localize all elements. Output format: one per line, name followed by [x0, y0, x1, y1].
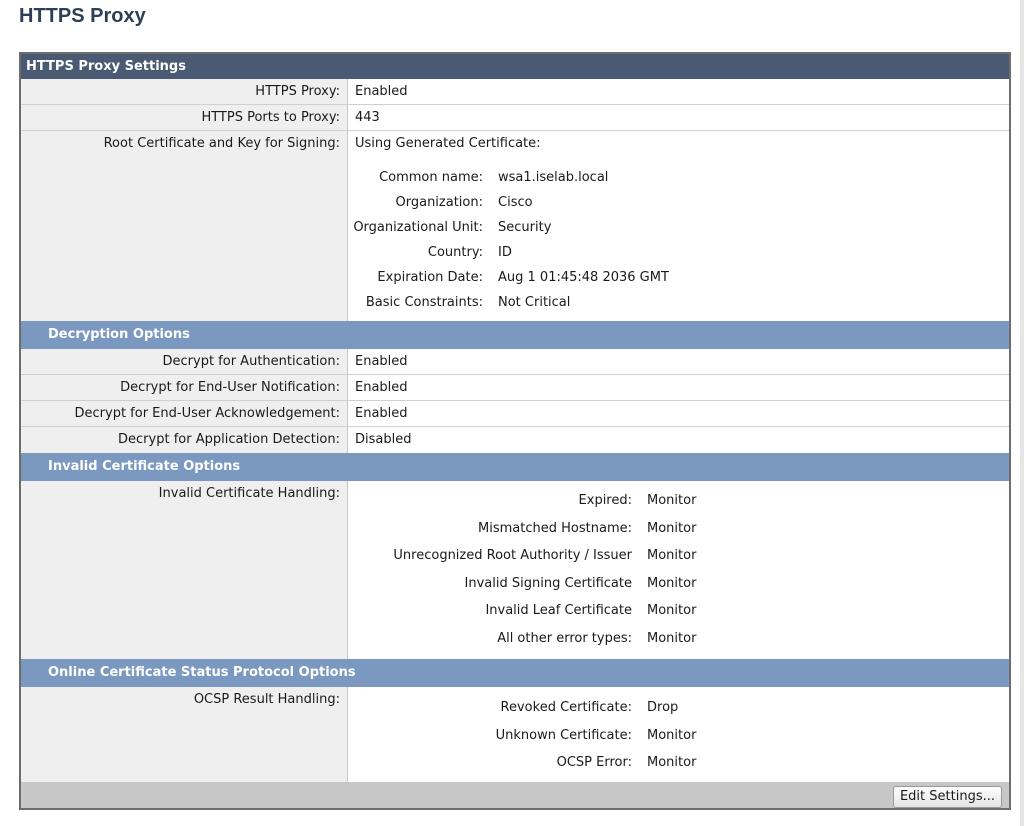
invalid-cert-value: Monitor — [647, 603, 697, 618]
cert-detail: Country: — [355, 245, 483, 261]
row-label: Root Certificate and Key for Signing: — [103, 136, 340, 151]
cert-detail-key: Organizational Unit: — [353, 220, 483, 235]
cert-detail: Expiration Date: — [355, 270, 483, 286]
row-invalid-certificate-handling: Invalid Certificate Handling: Expired: M… — [21, 481, 1009, 659]
cert-detail-value: Security — [498, 220, 552, 235]
invalid-cert-key: Invalid Signing Certificate — [464, 576, 632, 591]
cert-detail-value: Cisco — [498, 195, 533, 210]
cert-detail-key: Expiration Date: — [377, 270, 483, 285]
invalid-cert-value: Monitor — [647, 631, 697, 646]
panel-header: HTTPS Proxy Settings — [21, 54, 1009, 79]
row-label: Decrypt for End-User Notification: — [120, 380, 340, 395]
invalid-cert-key: All other error types: — [497, 631, 632, 646]
cert-detail-value: Aug 1 01:45:48 2036 GMT — [498, 270, 669, 285]
ocsp-value: Monitor — [647, 728, 697, 743]
ocsp-key: OCSP Error: — [556, 755, 632, 770]
invalid-cert-value: Monitor — [647, 493, 697, 508]
row-value: Enabled — [355, 380, 408, 395]
cert-detail-key: Organization: — [395, 195, 484, 210]
row-label: Invalid Certificate Handling: — [158, 486, 340, 501]
ocsp-key: Revoked Certificate: — [500, 700, 632, 715]
ocsp-value: Monitor — [647, 755, 697, 770]
cert-detail-key: Country: — [427, 245, 483, 260]
row-value: Disabled — [355, 432, 412, 447]
row-label: HTTPS Ports to Proxy: — [201, 110, 340, 125]
row-label: Decrypt for Authentication: — [162, 354, 341, 369]
row-decrypt-notification: Decrypt for End-User Notification: Enabl… — [21, 375, 1009, 401]
invalid-cert-value: Monitor — [647, 548, 697, 563]
row-value: Enabled — [355, 84, 408, 99]
cert-detail: Organizational Unit: — [353, 220, 483, 236]
page-title: HTTPS Proxy — [19, 5, 146, 27]
ocsp-key: Unknown Certificate: — [495, 728, 632, 743]
section-ocsp-options: Online Certificate Status Protocol Optio… — [21, 659, 1009, 687]
row-label: HTTPS Proxy: — [255, 84, 340, 99]
invalid-cert-value: Monitor — [647, 521, 697, 536]
row-label: Decrypt for End-User Acknowledgement: — [74, 406, 341, 421]
row-decrypt-authentication: Decrypt for Authentication: Enabled — [21, 349, 1009, 375]
row-label: OCSP Result Handling: — [193, 692, 340, 707]
cert-detail-value: wsa1.iselab.local — [498, 170, 609, 185]
invalid-cert-key: Mismatched Hostname: — [478, 521, 632, 536]
invalid-cert-key: Unrecognized Root Authority / Issuer — [393, 548, 632, 563]
row-value: Enabled — [355, 354, 408, 369]
cert-detail: Basic Constraints: — [355, 295, 483, 311]
https-proxy-settings-panel: HTTPS Proxy Settings HTTPS Proxy: Enable… — [19, 52, 1011, 810]
row-root-certificate: Root Certificate and Key for Signing: Us… — [21, 131, 1009, 321]
panel-footer: Edit Settings... — [21, 782, 1009, 808]
invalid-cert-key: Expired: — [578, 493, 632, 508]
cert-detail-value: ID — [498, 245, 512, 260]
section-invalid-certificate-options: Invalid Certificate Options — [21, 453, 1009, 481]
row-decrypt-application: Decrypt for Application Detection: Disab… — [21, 427, 1009, 453]
row-https-ports: HTTPS Ports to Proxy: 443 — [21, 105, 1009, 131]
row-value: 443 — [355, 110, 380, 125]
cert-detail: Organization: — [355, 195, 484, 211]
invalid-cert-value: Monitor — [647, 576, 697, 591]
row-label: Decrypt for Application Detection: — [118, 432, 340, 447]
row-ocsp-result-handling: OCSP Result Handling: Revoked Certificat… — [21, 687, 1009, 782]
invalid-cert-key: Invalid Leaf Certificate — [485, 603, 632, 618]
cert-detail: Common name: — [355, 170, 483, 186]
cert-detail-value: Not Critical — [498, 295, 571, 310]
section-decryption-options: Decryption Options — [21, 321, 1009, 349]
edit-settings-button[interactable]: Edit Settings... — [892, 786, 1002, 808]
cert-detail-key: Common name: — [379, 170, 483, 185]
ocsp-value: Drop — [647, 700, 679, 715]
scrollbar-edge[interactable] — [1020, 0, 1024, 826]
cert-detail-key: Basic Constraints: — [365, 295, 483, 310]
row-value: Enabled — [355, 406, 408, 421]
row-value: Using Generated Certificate: — [355, 136, 541, 151]
row-https-proxy: HTTPS Proxy: Enabled — [21, 79, 1009, 105]
row-decrypt-acknowledgement: Decrypt for End-User Acknowledgement: En… — [21, 401, 1009, 427]
